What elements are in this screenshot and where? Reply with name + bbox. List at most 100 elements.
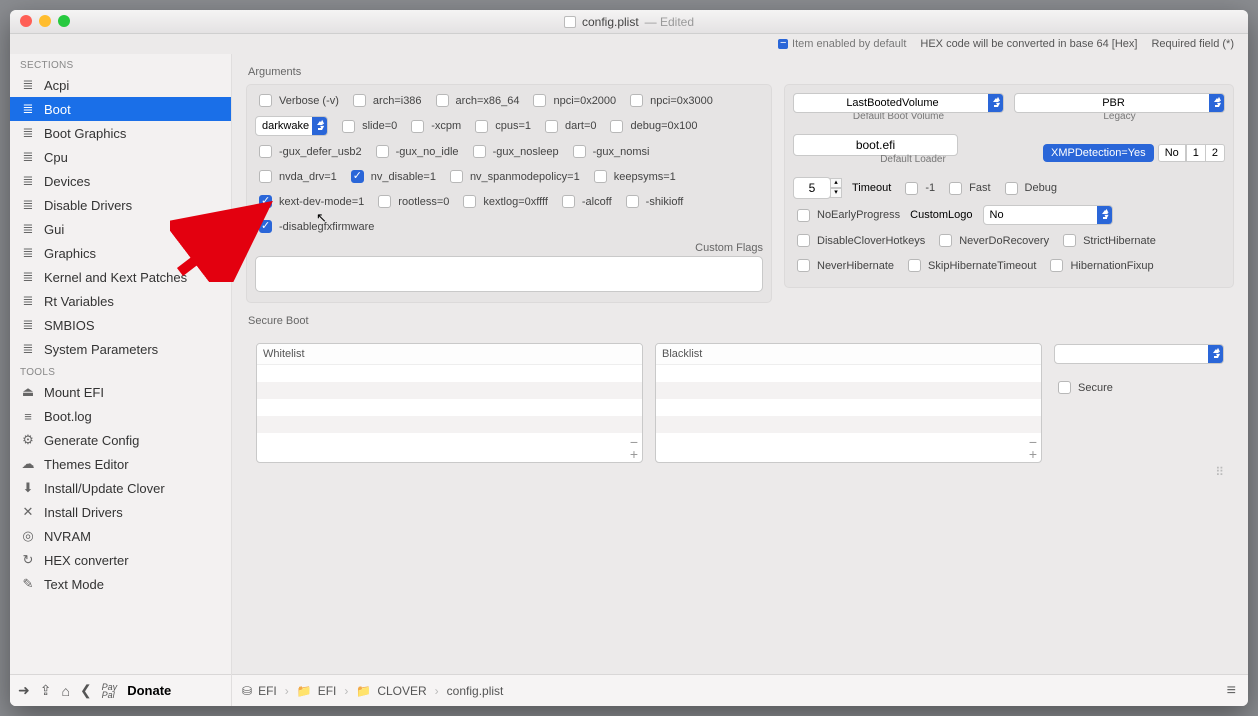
paypal-icon[interactable]: PayPal [102, 683, 118, 699]
chip-icon: ◎ [20, 528, 36, 544]
tool-hex-converter[interactable]: ↻HEX converter [10, 548, 231, 572]
arg-slide-0[interactable]: slide=0 [338, 117, 397, 136]
legacy-dropdown[interactable]: PBR▴▾ [1014, 93, 1225, 113]
path-file[interactable]: config.plist [447, 684, 504, 698]
sidebar-item-system-parameters[interactable]: ≣System Parameters [10, 337, 231, 361]
menu-icon[interactable]: ≡ [1227, 682, 1236, 700]
flag-debug[interactable]: Debug [1001, 179, 1057, 198]
minimize-window-button[interactable] [39, 15, 51, 27]
arg-dart-0[interactable]: dart=0 [541, 117, 597, 136]
tool-generate-config[interactable]: ⚙Generate Config [10, 428, 231, 452]
stepper-down-icon[interactable]: ▾ [830, 188, 842, 198]
arg-alcoff[interactable]: -alcoff [558, 192, 612, 211]
flag-minus1[interactable]: -1 [901, 179, 935, 198]
secureboot-dropdown[interactable]: ▴▾ [1054, 344, 1224, 364]
arg-kextlog[interactable]: kextlog=0xffff [459, 192, 548, 211]
tool-themes-editor[interactable]: ☁Themes Editor [10, 452, 231, 476]
default-boot-volume-dropdown[interactable]: LastBootedVolume▴▾ [793, 93, 1004, 113]
path-efi-drive[interactable]: ⛁EFI [242, 684, 277, 698]
arg-gux-noidle[interactable]: -gux_no_idle [372, 142, 459, 161]
sidebar-tools-header: TOOLS [10, 361, 231, 380]
path-clover-dir[interactable]: 📁CLOVER [356, 684, 426, 698]
sidebar-item-acpi[interactable]: ≣Acpi [10, 73, 231, 97]
close-window-button[interactable] [20, 15, 32, 27]
arg-kext-dev[interactable]: kext-dev-mode=1 [255, 192, 364, 211]
timeout-input[interactable] [793, 177, 831, 199]
blacklist-header: Blacklist [656, 344, 1041, 365]
arg-npci-2000[interactable]: npci=0x2000 [529, 91, 616, 110]
sidebar-item-boot-graphics[interactable]: ≣Boot Graphics [10, 121, 231, 145]
arg-shikioff[interactable]: -shikioff [622, 192, 684, 211]
hex-note: HEX code will be converted in base 64 [H… [920, 38, 1137, 50]
sidebar-item-devices[interactable]: ≣Devices [10, 169, 231, 193]
arg-arch-i386[interactable]: arch=i386 [349, 91, 422, 110]
donate-button[interactable]: Donate [127, 683, 171, 698]
arg-nv-span[interactable]: nv_spanmodepolicy=1 [446, 167, 580, 186]
sidebar-item-boot[interactable]: ≣Boot [10, 97, 231, 121]
app-window: config.plist — Edited Item enabled by de… [10, 10, 1248, 706]
whitelist-header: Whitelist [257, 344, 642, 365]
custom-flags-input[interactable] [255, 256, 763, 292]
arg-arch-x86-64[interactable]: arch=x86_64 [432, 91, 520, 110]
xmp-detection-button[interactable]: XMPDetection=Yes [1043, 144, 1154, 162]
zoom-window-button[interactable] [58, 15, 70, 27]
sidebar-item-gui[interactable]: ≣Gui [10, 217, 231, 241]
flag-fast[interactable]: Fast [945, 179, 990, 198]
arg-nv-disable[interactable]: nv_disable=1 [347, 167, 436, 186]
path-efi-dir[interactable]: 📁EFI [297, 684, 337, 698]
blacklist-listbox[interactable]: Blacklist −+ [655, 343, 1042, 463]
arg-npci-3000[interactable]: npci=0x3000 [626, 91, 713, 110]
flag-disable-hk[interactable]: DisableCloverHotkeys [793, 231, 925, 250]
whitelist-add-button[interactable]: + [630, 448, 638, 460]
default-loader-input[interactable] [793, 134, 958, 156]
sidebar-item-graphics[interactable]: ≣Graphics [10, 241, 231, 265]
sidebar-item-kernel[interactable]: ≣Kernel and Kext Patches [10, 265, 231, 289]
main-area: Arguments Verbose (-v) arch=i386 arch=x8… [232, 54, 1248, 706]
share-icon[interactable]: ❮ [80, 682, 92, 699]
arg-verbose[interactable]: Verbose (-v) [255, 91, 339, 110]
home-icon[interactable]: ⌂ [61, 683, 69, 699]
tool-boot-log[interactable]: ≡Boot.log [10, 404, 231, 428]
tool-nvram[interactable]: ◎NVRAM [10, 524, 231, 548]
arg-gux-defer[interactable]: -gux_defer_usb2 [255, 142, 362, 161]
tool-mount-efi[interactable]: ⏏Mount EFI [10, 380, 231, 404]
tool-install-drivers[interactable]: ✕Install Drivers [10, 500, 231, 524]
grab-icon[interactable]: ⠿ [1215, 465, 1224, 479]
stepper-up-icon[interactable]: ▴ [830, 178, 842, 188]
folder-icon: 📁 [356, 684, 371, 698]
sidebar-item-smbios[interactable]: ≣SMBIOS [10, 313, 231, 337]
logout-icon[interactable]: ➜ [18, 682, 30, 699]
arg-gux-nosleep[interactable]: -gux_nosleep [469, 142, 559, 161]
arg-disablegfx[interactable]: -disablegfxfirmware [255, 217, 374, 236]
secure-checkbox[interactable]: Secure [1054, 378, 1113, 397]
flag-hib-fixup[interactable]: HibernationFixup [1046, 256, 1153, 275]
required-note: Required field (*) [1151, 38, 1234, 50]
arg-rootless[interactable]: rootless=0 [374, 192, 449, 211]
sidebar-item-rt[interactable]: ≣Rt Variables [10, 289, 231, 313]
tool-text-mode[interactable]: ✎Text Mode [10, 572, 231, 596]
flag-never-recovery[interactable]: NeverDoRecovery [935, 231, 1049, 250]
arg-xcpm[interactable]: -xcpm [407, 117, 461, 136]
timeout-stepper[interactable]: ▴▾ [793, 177, 842, 199]
sidebar-item-cpu[interactable]: ≣Cpu [10, 145, 231, 169]
tools-icon: ✕ [20, 504, 36, 520]
arg-gux-nomsi[interactable]: -gux_nomsi [569, 142, 650, 161]
darkwake-dropdown[interactable]: darkwake▴▾ [255, 116, 328, 136]
customlogo-dropdown[interactable]: No▴▾ [983, 205, 1113, 225]
sidebar-item-disable-drivers[interactable]: ≣Disable Drivers [10, 193, 231, 217]
tool-install-clover[interactable]: ⬇Install/Update Clover [10, 476, 231, 500]
flag-strict-hib[interactable]: StrictHibernate [1059, 231, 1156, 250]
flag-never-hib[interactable]: NeverHibernate [793, 256, 894, 275]
blacklist-add-button[interactable]: + [1029, 448, 1037, 460]
import-icon[interactable]: ⇪ [40, 682, 52, 699]
arg-nvda-drv[interactable]: nvda_drv=1 [255, 167, 337, 186]
arg-debug-0x100[interactable]: debug=0x100 [606, 117, 697, 136]
flag-noearly[interactable]: NoEarlyProgress [793, 206, 900, 225]
xmp-segment[interactable]: No 1 2 [1158, 144, 1225, 162]
arg-keepsyms[interactable]: keepsyms=1 [590, 167, 676, 186]
sidebar: SECTIONS ≣Acpi ≣Boot ≣Boot Graphics ≣Cpu… [10, 54, 232, 706]
arg-cpus-1[interactable]: cpus=1 [471, 117, 531, 136]
refresh-icon: ↻ [20, 552, 36, 568]
whitelist-listbox[interactable]: Whitelist −+ [256, 343, 643, 463]
flag-skip-hib-t[interactable]: SkipHibernateTimeout [904, 256, 1036, 275]
